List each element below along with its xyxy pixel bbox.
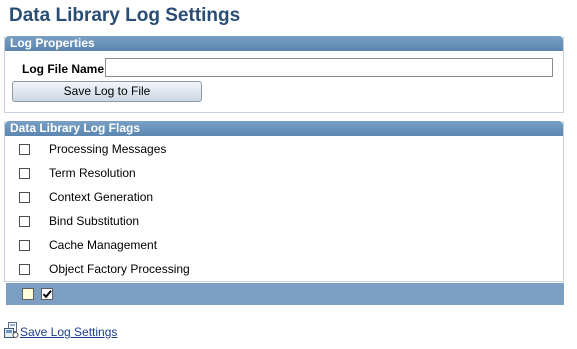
- cache-management-label: Cache Management: [49, 238, 158, 252]
- log-flags-group: Data Library Log Flags Processing Messag…: [4, 121, 564, 282]
- page-title: Data Library Log Settings: [9, 5, 241, 26]
- flag-row-cache-management: Cache Management: [19, 238, 157, 252]
- log-file-name-input[interactable]: [105, 58, 553, 77]
- flag-row-object-factory-processing: Object Factory Processing: [19, 262, 190, 276]
- checkmark-icon[interactable]: [41, 288, 53, 300]
- save-log-settings-label[interactable]: Save Log Settings: [20, 325, 117, 339]
- object-factory-processing-label: Object Factory Processing: [49, 262, 190, 276]
- check-all-icon[interactable]: [22, 288, 34, 300]
- bind-substitution-label: Bind Substitution: [49, 214, 140, 228]
- flag-row-term-resolution: Term Resolution: [19, 166, 136, 180]
- term-resolution-checkbox[interactable]: [19, 167, 30, 179]
- log-properties-group: Log Properties Log File Name Save Log to…: [4, 36, 564, 113]
- processing-messages-checkbox[interactable]: [19, 143, 30, 155]
- cache-management-checkbox[interactable]: [19, 239, 30, 251]
- save-settings-icon: [4, 322, 19, 338]
- object-factory-processing-checkbox[interactable]: [19, 263, 30, 275]
- log-flags-header: Data Library Log Flags: [5, 121, 563, 136]
- processing-messages-label: Processing Messages: [49, 142, 167, 156]
- log-properties-header: Log Properties: [5, 36, 563, 51]
- context-generation-checkbox[interactable]: [19, 191, 30, 203]
- flag-row-context-generation: Context Generation: [19, 190, 153, 204]
- flags-toolbar: [6, 283, 564, 305]
- flag-row-bind-substitution: Bind Substitution: [19, 214, 139, 228]
- context-generation-label: Context Generation: [49, 190, 154, 204]
- bind-substitution-checkbox[interactable]: [19, 215, 30, 227]
- log-file-name-label: Log File Name: [22, 62, 105, 76]
- flag-row-processing-messages: Processing Messages: [19, 142, 166, 156]
- save-log-to-file-button[interactable]: Save Log to File: [12, 81, 202, 102]
- term-resolution-label: Term Resolution: [49, 166, 136, 180]
- save-log-settings-link[interactable]: Save Log Settings: [4, 319, 117, 339]
